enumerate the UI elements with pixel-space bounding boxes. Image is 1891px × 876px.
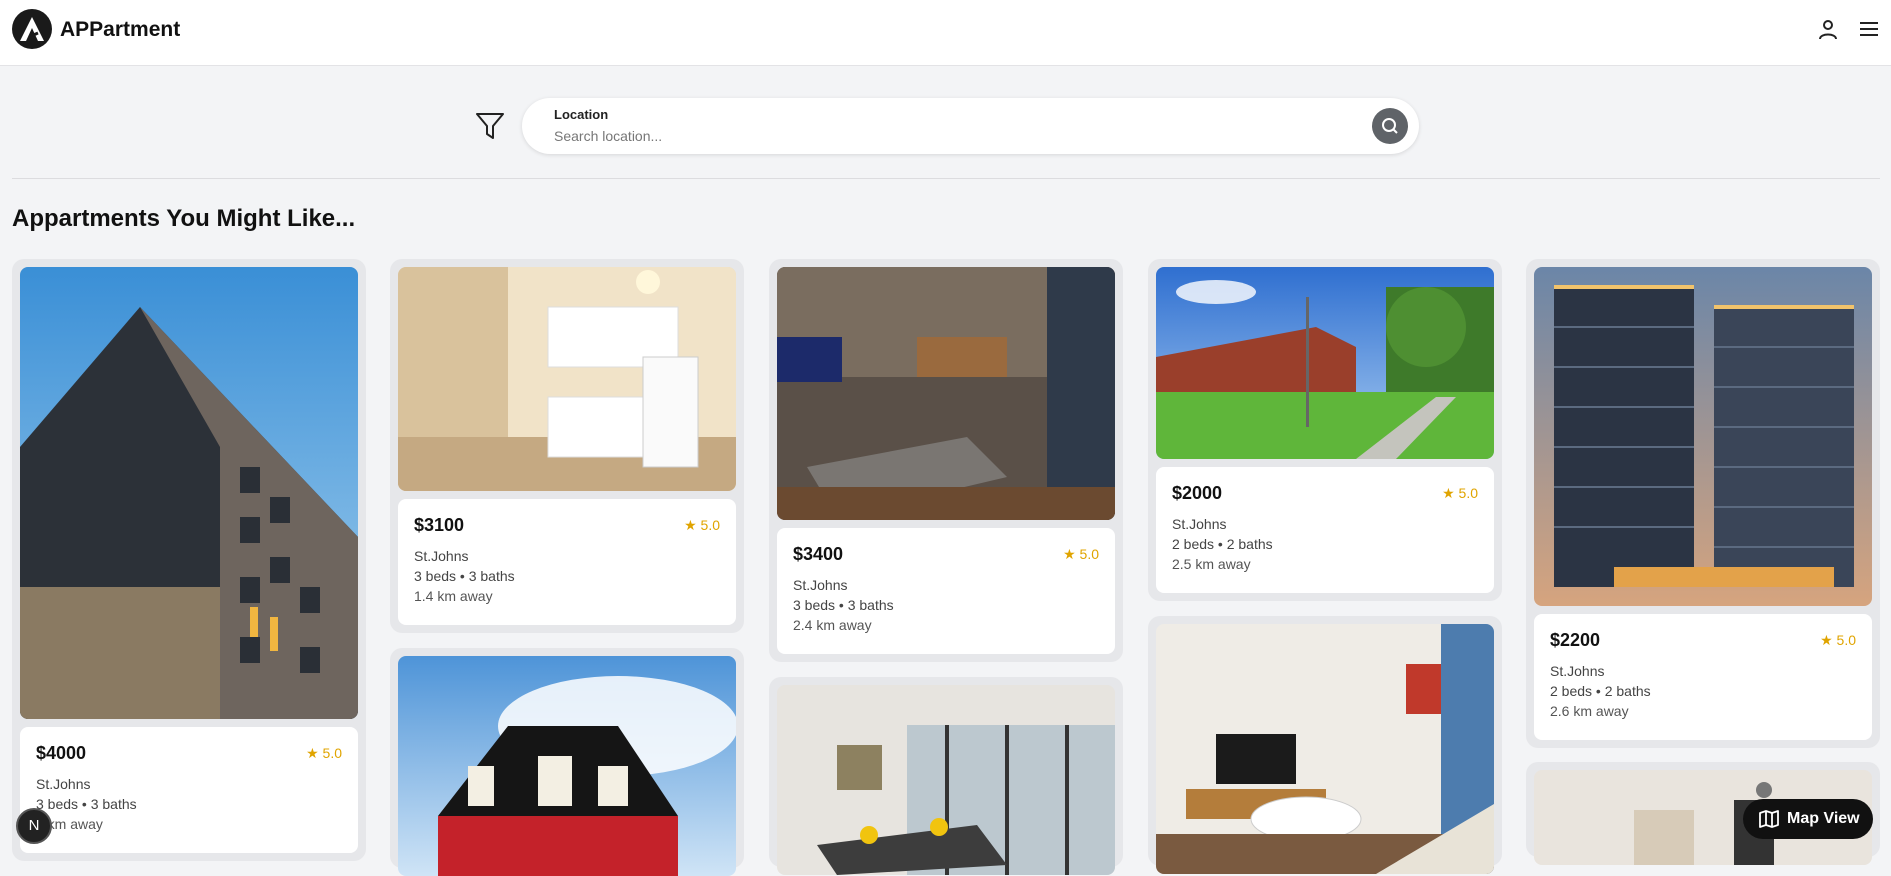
listing-beds: 2 beds • 2 baths [1172, 536, 1273, 552]
listing-card[interactable]: $2200 ★ 5.0 St.Johns 2 beds • 2 baths 2.… [1526, 259, 1880, 748]
search-input[interactable] [554, 126, 1334, 146]
listing-price: $4000 [36, 743, 87, 763]
listing-beds: 3 beds • 3 baths [36, 796, 137, 812]
listing-location: St.Johns [36, 776, 91, 792]
listing-rating: ★ 5.0 [1820, 632, 1856, 648]
user-icon[interactable] [1816, 17, 1840, 41]
listing-price: $3100 [414, 515, 465, 535]
listing-distance: 1.4 km away [414, 588, 493, 604]
listing-distance: 0 km away [36, 816, 103, 832]
listing-photo [20, 267, 358, 719]
listing-photo [1156, 624, 1494, 874]
listing-card[interactable] [769, 677, 1123, 875]
listing-card[interactable]: $3400 ★ 5.0 St.Johns 3 beds • 3 baths 2.… [769, 259, 1123, 662]
listing-beds: 3 beds • 3 baths [414, 568, 515, 584]
listing-info: $4000 ★ 5.0 St.Johns 3 beds • 3 baths 0 … [20, 727, 358, 853]
map-view-button[interactable]: Map View [1743, 799, 1873, 839]
listing-photo [1534, 267, 1872, 606]
listing-location: St.Johns [1172, 516, 1227, 532]
listing-rating: ★ 5.0 [1442, 485, 1478, 501]
listing-location: St.Johns [414, 548, 469, 564]
listing-beds: 2 beds • 2 baths [1550, 683, 1651, 699]
avatar-button[interactable]: N [16, 808, 52, 844]
listing-photo [777, 685, 1115, 875]
search-icon [1382, 118, 1398, 134]
listing-rating: ★ 5.0 [684, 517, 720, 533]
listing-photo [398, 656, 736, 876]
listing-price: $3400 [793, 544, 844, 564]
listing-distance: 2.6 km away [1550, 703, 1629, 719]
listing-card[interactable] [390, 648, 744, 876]
section-title: Appartments You Might Like... [12, 205, 356, 232]
listing-rating: ★ 5.0 [306, 745, 342, 761]
listing-photo [777, 267, 1115, 520]
listing-card[interactable]: $3100 ★ 5.0 St.Johns 3 beds • 3 baths 1.… [390, 259, 744, 633]
listing-distance: 2.4 km away [793, 617, 872, 633]
listing-location: St.Johns [1550, 663, 1605, 679]
listing-photo [398, 267, 736, 491]
listing-price: $2200 [1550, 630, 1601, 650]
listing-info: $2200 ★ 5.0 St.Johns 2 beds • 2 baths 2.… [1534, 614, 1872, 740]
search-bar[interactable]: Location [522, 98, 1419, 154]
listing-price: $2000 [1172, 483, 1223, 503]
logo-icon[interactable] [12, 9, 52, 49]
listing-rating: ★ 5.0 [1063, 546, 1099, 562]
listing-card[interactable]: $2000 ★ 5.0 St.Johns 2 beds • 2 baths 2.… [1148, 259, 1502, 601]
listing-beds: 3 beds • 3 baths [793, 597, 894, 613]
listing-location: St.Johns [793, 577, 848, 593]
top-header: APPartment [0, 0, 1891, 66]
map-view-label: Map View [1787, 810, 1860, 827]
listing-photo [1156, 267, 1494, 459]
brand-name[interactable]: APPartment [60, 18, 180, 42]
search-button[interactable] [1372, 108, 1408, 144]
menu-icon[interactable] [1857, 17, 1881, 41]
filter-icon[interactable] [474, 110, 506, 142]
listing-info: $3400 ★ 5.0 St.Johns 3 beds • 3 baths 2.… [777, 528, 1115, 654]
search-label: Location [554, 107, 609, 122]
divider [12, 178, 1880, 179]
listing-distance: 2.5 km away [1172, 556, 1251, 572]
listing-info: $2000 ★ 5.0 St.Johns 2 beds • 2 baths 2.… [1156, 467, 1494, 593]
map-icon [1759, 810, 1779, 828]
listing-card[interactable]: $4000 ★ 5.0 St.Johns 3 beds • 3 baths 0 … [12, 259, 366, 861]
listing-info: $3100 ★ 5.0 St.Johns 3 beds • 3 baths 1.… [398, 499, 736, 625]
listing-card[interactable] [1148, 616, 1502, 874]
